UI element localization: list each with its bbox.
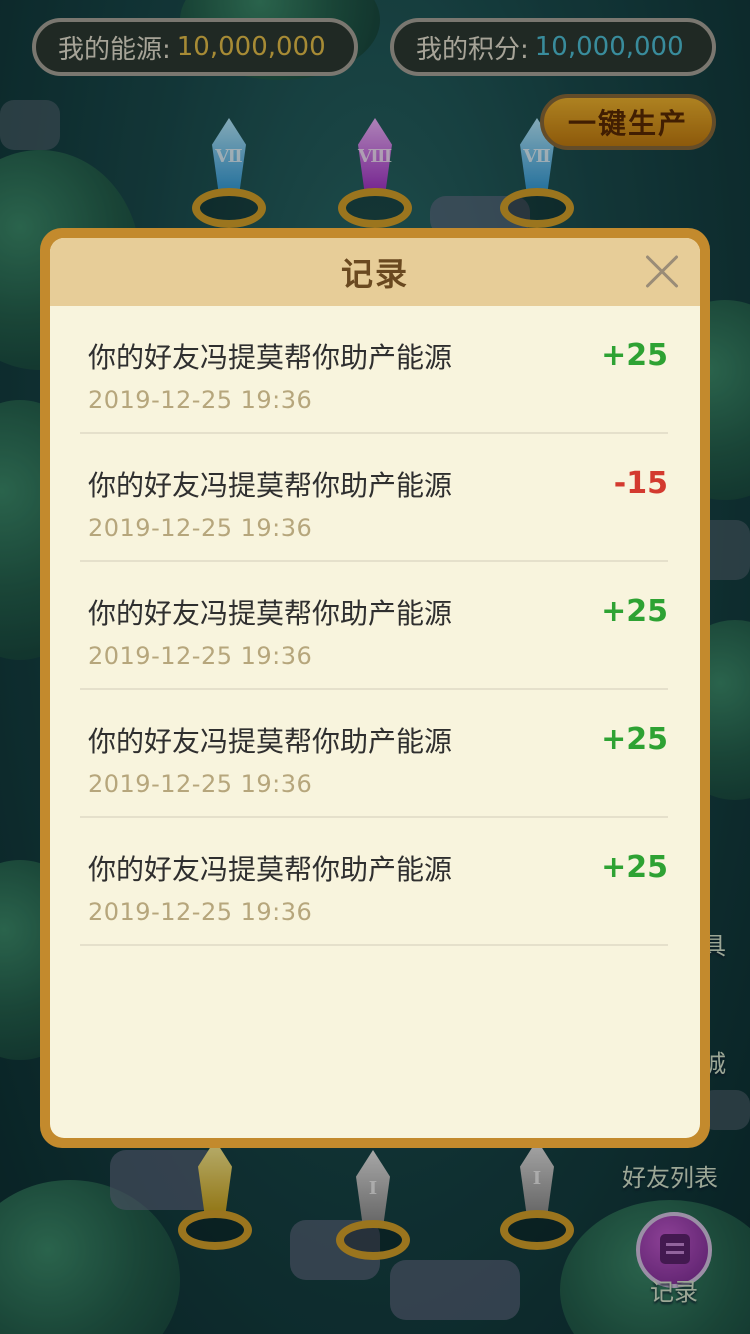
- record-row: 你的好友冯提莫帮你助产能源 2019-12-25 19:36 +25: [80, 690, 668, 818]
- record-time: 2019-12-25 19:36: [88, 642, 313, 670]
- record-text: 你的好友冯提莫帮你助产能源: [88, 853, 453, 886]
- record-row: 你的好友冯提莫帮你助产能源 2019-12-25 19:36 +25: [80, 562, 668, 690]
- record-modal-body: 记录 你的好友冯提莫帮你助产能源 2019-12-25 19:36 +25 你的…: [50, 238, 700, 1138]
- record-list[interactable]: 你的好友冯提莫帮你助产能源 2019-12-25 19:36 +25 你的好友冯…: [50, 306, 700, 946]
- record-text: 你的好友冯提莫帮你助产能源: [88, 597, 453, 630]
- record-text: 你的好友冯提莫帮你助产能源: [88, 725, 453, 758]
- record-row: 你的好友冯提莫帮你助产能源 2019-12-25 19:36 -15: [80, 434, 668, 562]
- record-time: 2019-12-25 19:36: [88, 514, 313, 542]
- record-time: 2019-12-25 19:36: [88, 386, 313, 414]
- record-row: 你的好友冯提莫帮你助产能源 2019-12-25 19:36 +25: [80, 306, 668, 434]
- record-amount: +25: [601, 850, 668, 885]
- record-text: 你的好友冯提莫帮你助产能源: [88, 469, 453, 502]
- modal-header: 记录: [50, 238, 700, 306]
- record-amount: +25: [601, 338, 668, 373]
- close-icon[interactable]: [644, 254, 680, 290]
- record-time: 2019-12-25 19:36: [88, 898, 313, 926]
- record-time: 2019-12-25 19:36: [88, 770, 313, 798]
- record-amount: -15: [613, 466, 668, 501]
- record-text: 你的好友冯提莫帮你助产能源: [88, 341, 453, 374]
- record-amount: +25: [601, 722, 668, 757]
- record-modal: 记录 你的好友冯提莫帮你助产能源 2019-12-25 19:36 +25 你的…: [40, 228, 710, 1148]
- record-amount: +25: [601, 594, 668, 629]
- modal-title: 记录: [340, 255, 409, 293]
- record-row: 你的好友冯提莫帮你助产能源 2019-12-25 19:36 +25: [80, 818, 668, 946]
